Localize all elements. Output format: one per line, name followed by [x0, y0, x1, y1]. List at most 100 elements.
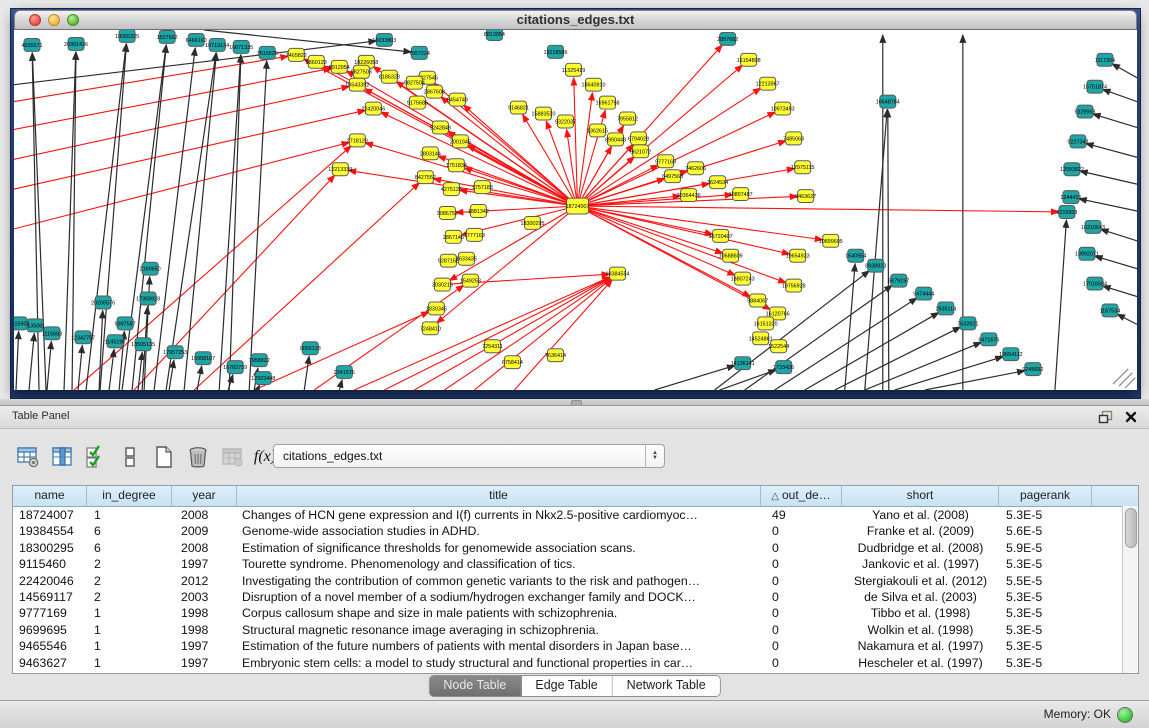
graph-edge[interactable]: [845, 264, 855, 390]
graph-node[interactable]: 8990448: [605, 133, 626, 146]
table-cell[interactable]: Franke et al. (2009): [842, 523, 999, 539]
close-window-icon[interactable]: [29, 14, 41, 26]
graph-node[interactable]: 8471676: [978, 333, 999, 346]
table-cell[interactable]: Dudbridge et al. (2008): [842, 540, 999, 556]
graph-node[interactable]: 1633435: [456, 252, 477, 265]
table-cell[interactable]: 19384554: [13, 523, 87, 539]
graph-node[interactable]: 10899695: [819, 234, 843, 247]
table-cell[interactable]: 0: [761, 589, 842, 605]
graph-node[interactable]: 1117304: [1095, 53, 1115, 66]
table-row[interactable]: 969969511998Structural magnetic resonanc…: [13, 622, 1138, 638]
graph-edge[interactable]: [1101, 229, 1137, 241]
graph-edge[interactable]: [805, 312, 939, 390]
graph-edge[interactable]: [14, 56, 288, 101]
graph-node[interactable]: 13992071: [1075, 247, 1099, 260]
graph-node[interactable]: 12342757: [71, 331, 95, 344]
graph-node[interactable]: 1751834: [446, 159, 467, 172]
column-header-year[interactable]: year: [172, 486, 237, 506]
graph-node[interactable]: 9055133: [300, 342, 321, 355]
window-titlebar[interactable]: citations_edges.txt: [14, 10, 1137, 30]
graph-node[interactable]: 8912954: [329, 60, 350, 73]
graph-node[interactable]: 18640910: [582, 78, 606, 91]
table-row[interactable]: 1456911722003Disruption of a novel membe…: [13, 589, 1138, 605]
table-cell[interactable]: 5.9E-5: [999, 540, 1092, 556]
table-cell[interactable]: Corpus callosum shape and size in male p…: [237, 605, 761, 621]
graph-node[interactable]: 7958822: [249, 354, 270, 367]
graph-node[interactable]: 9860123: [306, 55, 327, 68]
new-column-button[interactable]: [150, 443, 178, 471]
graph-node[interactable]: 9245652: [1022, 363, 1043, 376]
graph-node[interactable]: 1522544: [768, 340, 789, 353]
graph-node[interactable]: 15883520: [531, 107, 555, 120]
graph-node[interactable]: 9827504: [404, 76, 425, 89]
graph-node[interactable]: 2341576: [334, 366, 355, 379]
graph-node[interactable]: 1881342: [468, 205, 489, 218]
table-cell[interactable]: 9465546: [13, 638, 87, 654]
graph-edge[interactable]: [229, 55, 241, 390]
graph-edge[interactable]: [197, 366, 202, 390]
table-row[interactable]: 1872400712008Changes of HCN gene express…: [13, 507, 1138, 523]
table-cell[interactable]: 1: [87, 507, 172, 523]
table-cell[interactable]: Jankovic et al. (1997): [842, 556, 999, 572]
graph-node[interactable]: 20391436: [64, 37, 88, 50]
table-cell[interactable]: 5.3E-5: [999, 605, 1092, 621]
table-cell[interactable]: 0: [761, 622, 842, 638]
graph-node[interactable]: 9329968: [1074, 105, 1095, 118]
table-cell[interactable]: 5.3E-5: [999, 556, 1092, 572]
table-cell[interactable]: Nakamura et al. (1997): [842, 638, 999, 654]
table-cell[interactable]: Hescheler et al. (1997): [842, 655, 999, 671]
graph-node[interactable]: 2718129: [347, 134, 368, 147]
graph-node[interactable]: 18724007: [566, 198, 590, 214]
table-cell[interactable]: Yano et al. (2008): [842, 507, 999, 523]
table-cell[interactable]: 2012: [172, 573, 237, 589]
graph-node[interactable]: 16151320: [754, 317, 778, 330]
graph-edge[interactable]: [449, 206, 577, 281]
table-cell[interactable]: 9777169: [13, 605, 87, 621]
network-canvas[interactable]: 4035571203914361005532515276026466160107…: [14, 30, 1137, 390]
graph-node[interactable]: 9175685: [407, 96, 428, 109]
column-header-short[interactable]: short: [842, 486, 999, 506]
table-cell[interactable]: 0: [761, 573, 842, 589]
graph-edge[interactable]: [1117, 314, 1137, 324]
graph-node[interactable]: 7957224: [409, 46, 430, 59]
table-cell[interactable]: Tourette syndrome. Phenomenology and cla…: [237, 556, 761, 572]
table-selector-dropdown[interactable]: citations_edges.txt ▲▼: [273, 444, 665, 468]
delete-column-button[interactable]: [184, 443, 212, 471]
table-cell[interactable]: 1: [87, 622, 172, 638]
table-cell[interactable]: 9463627: [13, 655, 87, 671]
graph-node[interactable]: 9242848: [430, 121, 451, 134]
table-row[interactable]: 1830029562008Estimation of significance …: [13, 540, 1138, 556]
table-cell[interactable]: 9115460: [13, 556, 87, 572]
table-cell[interactable]: 1998: [172, 622, 237, 638]
graph-edge[interactable]: [354, 277, 610, 390]
graph-node[interactable]: 12923448: [251, 372, 275, 385]
graph-edge[interactable]: [888, 110, 889, 390]
column-header-in_degree[interactable]: in_degree: [87, 486, 172, 506]
graph-node[interactable]: 1733426: [773, 361, 794, 374]
graph-edge[interactable]: [29, 333, 34, 390]
table-cell[interactable]: 1: [87, 655, 172, 671]
graph-node[interactable]: 7955812: [617, 112, 638, 125]
graph-node[interactable]: 6466160: [186, 33, 207, 46]
graph-node[interactable]: 16033803: [372, 33, 396, 46]
graph-edge[interactable]: [514, 280, 612, 390]
network-view-window[interactable]: citations_edges.txt 40355712039143610055…: [14, 10, 1137, 390]
graph-edge[interactable]: [14, 110, 366, 189]
graph-node[interactable]: 19654923: [786, 249, 810, 262]
column-header-out_de[interactable]: △out_de…: [761, 486, 842, 506]
graph-node[interactable]: 18807243: [731, 272, 755, 285]
graph-edge[interactable]: [1113, 369, 1128, 384]
table-cell[interactable]: 2: [87, 589, 172, 605]
table-row[interactable]: 2242004622012Investigating the contribut…: [13, 573, 1138, 589]
graph-node[interactable]: 6679197: [888, 274, 909, 287]
graph-node[interactable]: 1549253: [460, 274, 481, 287]
graph-edge[interactable]: [109, 349, 114, 390]
graph-node[interactable]: 13505135: [131, 338, 155, 351]
graph-edge[interactable]: [219, 55, 241, 390]
graph-node[interactable]: 9621072: [630, 145, 651, 158]
graph-node[interactable]: 7254311: [482, 340, 503, 353]
graph-node[interactable]: 2803144: [420, 147, 441, 160]
graph-node[interactable]: 15751874: [1083, 80, 1107, 93]
graph-edge[interactable]: [14, 68, 331, 129]
table-cell[interactable]: 5.3E-5: [999, 507, 1092, 523]
